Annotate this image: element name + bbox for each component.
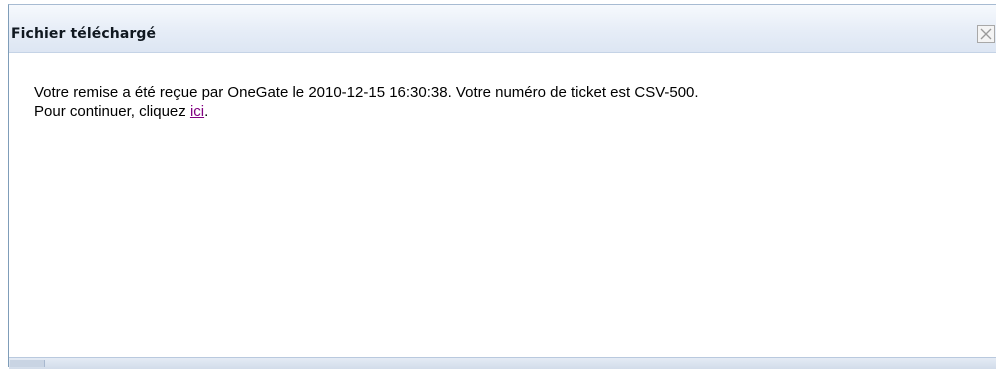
- continue-link[interactable]: ici: [190, 103, 204, 120]
- confirmation-message: Votre remise a été reçue par OneGate le …: [34, 84, 699, 101]
- resize-grip[interactable]: [10, 360, 45, 367]
- close-button[interactable]: [977, 25, 995, 43]
- dialog-titlebar[interactable]: Fichier téléchargé: [9, 5, 996, 53]
- dialog-bottom-bar: [9, 357, 996, 369]
- continue-prefix: Pour continuer, cliquez: [34, 103, 190, 120]
- close-icon: [980, 28, 992, 40]
- upload-dialog: Fichier téléchargé Votre remise a été re…: [8, 4, 996, 369]
- continue-message: Pour continuer, cliquez ici.: [34, 102, 984, 121]
- dialog-title: Fichier téléchargé: [11, 26, 157, 42]
- continue-suffix: .: [204, 103, 209, 120]
- dialog-body: Votre remise a été reçue par OneGate le …: [34, 83, 984, 121]
